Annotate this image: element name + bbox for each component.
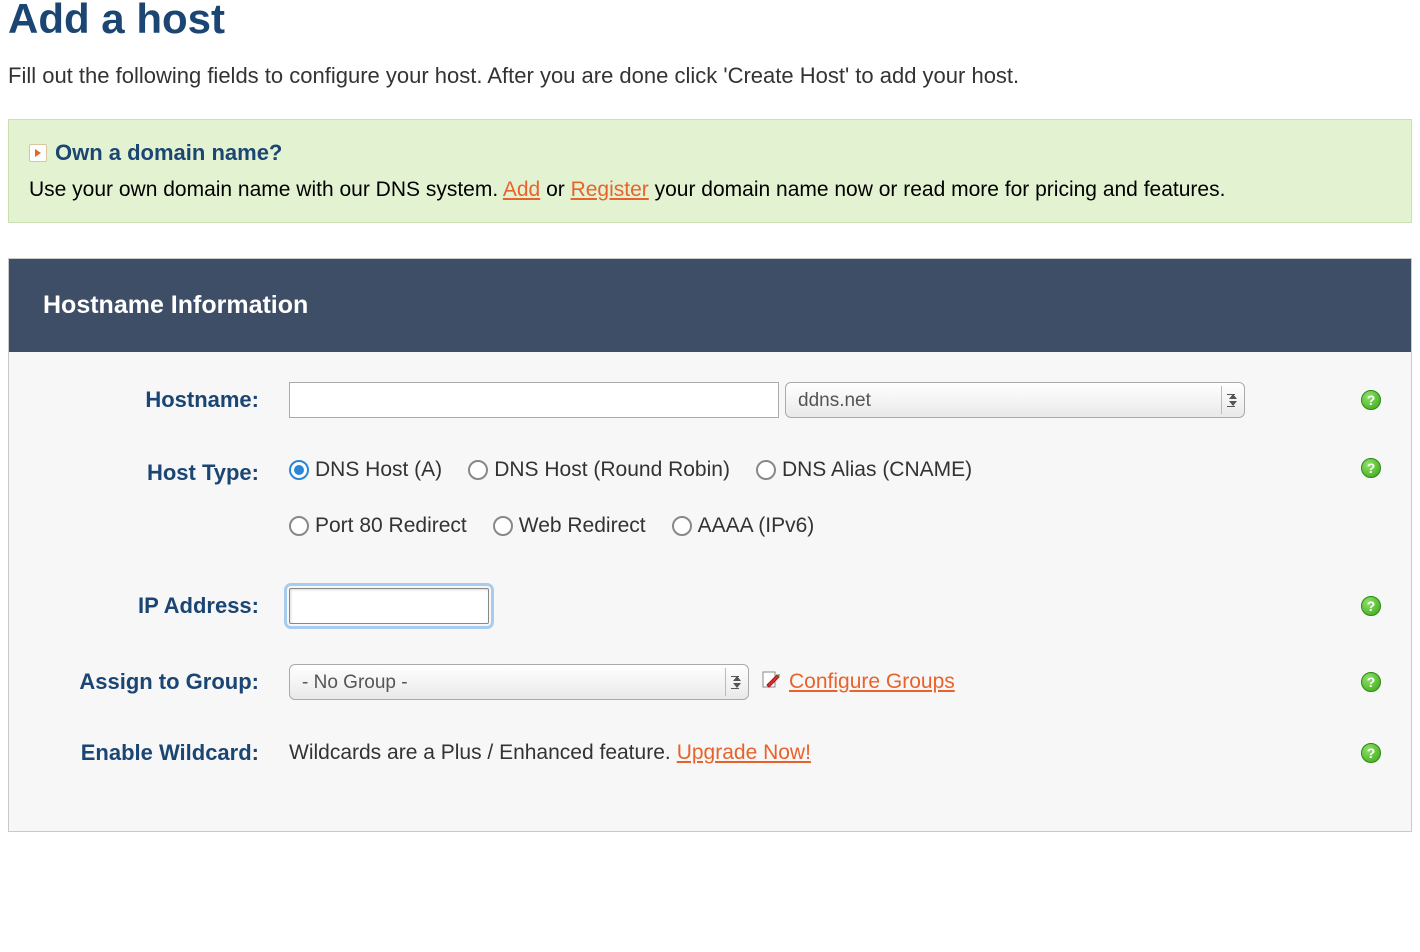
radio-icon [468, 460, 488, 480]
page-title: Add a host [8, 0, 1412, 43]
help-icon[interactable]: ? [1361, 390, 1381, 410]
wildcard-text: Wildcards are a Plus / Enhanced feature. [289, 741, 671, 765]
hosttype-row: Host Type: DNS Host (A) DNS Host (Round … [9, 433, 1411, 563]
ip-row: IP Address: ? [9, 563, 1411, 649]
upgrade-now-link[interactable]: Upgrade Now! [677, 741, 811, 765]
group-label: Assign to Group: [29, 669, 289, 695]
ip-address-input[interactable] [289, 588, 489, 624]
hostname-label: Hostname: [29, 387, 289, 413]
hostname-input[interactable] [289, 382, 779, 418]
own-domain-info-box: Own a domain name? Use your own domain n… [8, 119, 1412, 223]
radio-icon [493, 516, 513, 536]
hosttype-radio-cname[interactable]: DNS Alias (CNAME) [756, 458, 972, 482]
domain-select[interactable]: ddns.net [785, 382, 1245, 418]
hosttype-label: Host Type: [29, 458, 289, 486]
register-domain-link[interactable]: Register [571, 178, 649, 201]
info-body-text: Use your own domain name with our DNS sy… [29, 175, 1391, 204]
help-icon[interactable]: ? [1361, 596, 1381, 616]
radio-icon [289, 516, 309, 536]
ip-label: IP Address: [29, 593, 289, 619]
radio-icon [672, 516, 692, 536]
hosttype-radio-aaaa[interactable]: AAAA (IPv6) [672, 514, 815, 538]
wildcard-row: Enable Wildcard: Wildcards are a Plus / … [9, 715, 1411, 791]
panel-body: Hostname: ddns.net ? Host Type: [9, 352, 1411, 831]
edit-groups-icon[interactable] [761, 669, 783, 695]
wildcard-label: Enable Wildcard: [29, 740, 289, 766]
configure-groups-link[interactable]: Configure Groups [789, 670, 955, 694]
add-domain-link[interactable]: Add [503, 178, 540, 201]
hosttype-radio-roundrobin[interactable]: DNS Host (Round Robin) [468, 458, 730, 482]
hostname-information-panel: Hostname Information Hostname: ddns.net … [8, 258, 1412, 832]
group-row: Assign to Group: - No Group - [9, 649, 1411, 715]
arrow-right-icon [29, 144, 47, 162]
panel-header: Hostname Information [9, 259, 1411, 352]
radio-icon [289, 460, 309, 480]
hosttype-radio-port80[interactable]: Port 80 Redirect [289, 514, 467, 538]
help-icon[interactable]: ? [1361, 743, 1381, 763]
help-icon[interactable]: ? [1361, 672, 1381, 692]
hosttype-radio-a[interactable]: DNS Host (A) [289, 458, 442, 482]
hosttype-radio-webredirect[interactable]: Web Redirect [493, 514, 646, 538]
hostname-row: Hostname: ddns.net ? [9, 367, 1411, 433]
info-box-header: Own a domain name? [29, 138, 1391, 169]
info-header-text: Own a domain name? [55, 138, 282, 169]
help-icon[interactable]: ? [1361, 458, 1381, 478]
page-subtitle: Fill out the following fields to configu… [8, 63, 1412, 89]
group-select[interactable]: - No Group - [289, 664, 749, 700]
radio-icon [756, 460, 776, 480]
